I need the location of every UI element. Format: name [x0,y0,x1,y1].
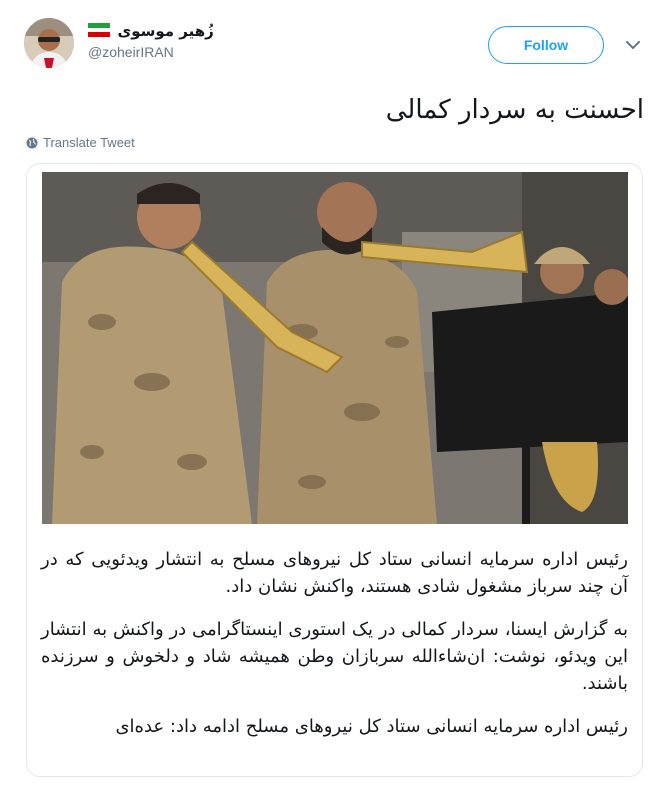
user-handle[interactable]: @zoheirIRAN [88,44,288,60]
chevron-down-icon[interactable] [622,34,644,56]
video-thumbnail[interactable] [42,172,628,524]
card-paragraph: به گزارش ایسنا، سردار کمالی در یک استوری… [41,619,628,694]
avatar-image [24,18,74,68]
globe-icon [26,137,38,148]
display-name[interactable]: زُهیر موسوی [117,22,213,40]
tweet-text: احسنت به سردار کمالی [385,95,644,125]
follow-button[interactable]: Follow [488,26,604,64]
card-paragraph: رئیس اداره سرمایه انسانی ستاد کل نیروهای… [41,549,628,597]
translate-label: Translate Tweet [43,135,135,150]
card-paragraph: رئیس اداره سرمایه انسانی ستاد کل نیروهای… [115,716,628,737]
iran-flag-icon [88,23,110,37]
avatar[interactable] [24,18,74,68]
user-info: زُهیر موسوی @zoheirIRAN [88,22,288,60]
card-article: رئیس اداره سرمایه انسانی ستاد کل نیروهای… [41,546,628,756]
translate-tweet-link[interactable]: Translate Tweet [26,135,135,150]
link-card[interactable]: رئیس اداره سرمایه انسانی ستاد کل نیروهای… [26,163,643,777]
